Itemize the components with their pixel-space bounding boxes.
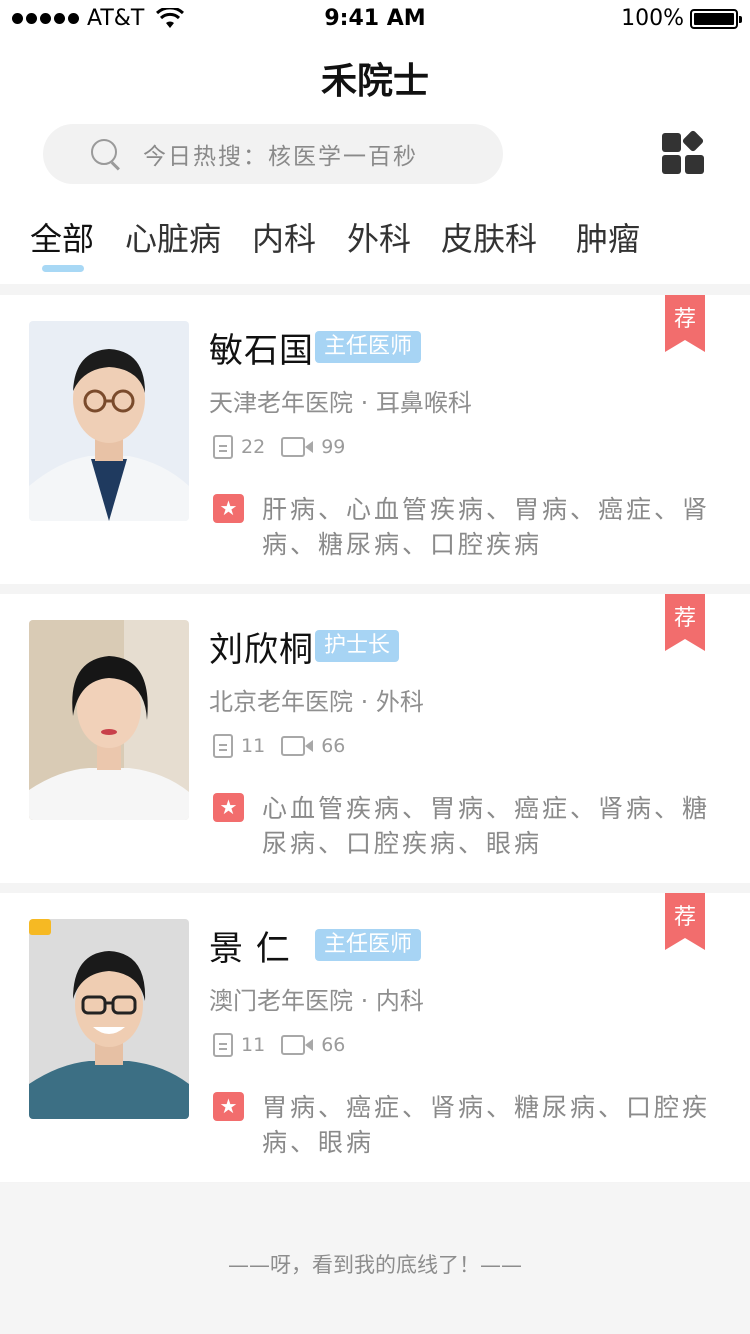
article-icon: [213, 734, 233, 758]
end-of-list-text: ——呀，看到我的底线了！——: [228, 1253, 522, 1277]
tab-surgery[interactable]: 外科: [347, 214, 411, 260]
video-icon: [281, 435, 315, 459]
status-bar: AT&T 9:41 AM 100%: [0, 0, 750, 40]
star-icon: ★: [213, 793, 244, 822]
tab-all[interactable]: 全部: [30, 214, 94, 260]
article-count: 11: [241, 1034, 266, 1056]
doctor-name: 刘欣桐: [209, 630, 314, 670]
star-icon: ★: [213, 1092, 244, 1121]
doctor-name: 景 仁: [209, 929, 291, 969]
tab-oncology[interactable]: 肿瘤: [576, 214, 640, 260]
tab-dermatology[interactable]: 皮肤科: [441, 214, 537, 260]
doctor-specialties: 肝病、心血管疾病、胃病、癌症、肾病、糖尿病、口腔疾病: [262, 495, 711, 559]
recommend-label: 荐: [673, 606, 696, 631]
header-area: AT&T 9:41 AM 100% 禾院士 今日热搜：核医学一百秒 全部 心脏病…: [0, 0, 750, 284]
battery-icon: [690, 8, 742, 29]
video-icon: [281, 1033, 315, 1057]
doctor-photo: [29, 321, 189, 521]
video-icon: [281, 734, 315, 758]
article-count: 11: [241, 735, 266, 757]
recommend-ribbon: 荐: [665, 893, 705, 950]
active-tab-indicator: [42, 265, 84, 272]
doctor-title-badge: 主任医师: [315, 331, 422, 363]
tab-internal-medicine[interactable]: 内科: [252, 214, 316, 260]
category-grid-icon[interactable]: [660, 130, 706, 176]
doctor-card[interactable]: 刘欣桐 护士长 北京老年医院 · 外科 11 66 ★ 心血管疾病、胃病、癌症、…: [0, 594, 750, 883]
page-title: 禾院士: [320, 61, 429, 102]
doctor-card[interactable]: 敏石国 主任医师 天津老年医院 · 耳鼻喉科 22 99 ★ 肝病、心血管疾病、…: [0, 295, 750, 584]
doctor-specialties: 心血管疾病、胃病、癌症、肾病、糖尿病、口腔疾病、眼病: [262, 794, 711, 858]
doctor-card[interactable]: 景 仁 主任医师 澳门老年医院 · 内科 11 66 ★ 胃病、癌症、肾病、糖尿…: [0, 893, 750, 1182]
doctor-photo: [29, 620, 189, 820]
battery-percent: 100%: [621, 6, 684, 31]
recommend-label: 荐: [673, 905, 696, 930]
doctor-specialties: 胃病、癌症、肾病、糖尿病、口腔疾病、眼病: [262, 1093, 711, 1157]
article-icon: [213, 1033, 233, 1057]
recommend-ribbon: 荐: [665, 295, 705, 352]
search-icon: [89, 137, 123, 171]
category-tabs: 全部 心脏病 内科 外科 皮肤科 肿瘤: [0, 214, 750, 274]
doctor-stats: 11 66: [213, 1033, 345, 1057]
doctor-hospital: 澳门老年医院 · 内科: [209, 987, 424, 1015]
doctor-photo: [29, 919, 189, 1119]
doctor-hospital: 北京老年医院 · 外科: [209, 688, 424, 716]
doctor-hospital: 天津老年医院 · 耳鼻喉科: [209, 389, 472, 417]
article-count: 22: [241, 436, 266, 458]
list-footer: ——呀，看到我的底线了！——: [0, 1183, 750, 1334]
doctor-name: 敏石国: [209, 331, 314, 371]
video-count: 99: [321, 436, 346, 458]
star-icon: ★: [213, 494, 244, 523]
recommend-label: 荐: [673, 307, 696, 332]
video-count: 66: [321, 1034, 346, 1056]
doctor-title-badge: 护士长: [315, 630, 400, 662]
recommend-ribbon: 荐: [665, 594, 705, 651]
doctor-title-badge: 主任医师: [315, 929, 422, 961]
tab-heart-disease[interactable]: 心脏病: [125, 214, 221, 260]
doctor-stats: 22 99: [213, 435, 345, 459]
article-icon: [213, 435, 233, 459]
doctor-stats: 11 66: [213, 734, 345, 758]
video-count: 66: [321, 735, 346, 757]
search-placeholder: 今日热搜：核医学一百秒: [143, 144, 418, 170]
search-input[interactable]: 今日热搜：核医学一百秒: [43, 124, 503, 184]
